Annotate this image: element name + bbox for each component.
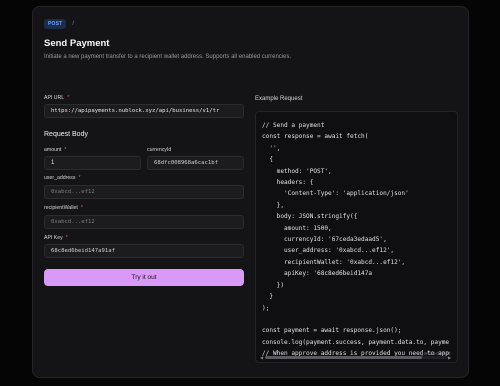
scroll-right-arrow-icon[interactable]: ▶ <box>448 355 453 360</box>
user-address-input[interactable]: 0xabcd...ef12 <box>44 185 244 199</box>
currency-id-input[interactable]: 68dfc008968a6cac1bf <box>147 156 244 170</box>
code-line: amount: 1500, <box>262 224 332 232</box>
page-description: Initiate a new payment transfer to a rec… <box>44 54 292 60</box>
breadcrumb: POST / <box>44 19 74 29</box>
amount-input[interactable]: 1 <box>44 156 141 170</box>
code-line: user_address: '0xabcd...ef12', <box>262 247 395 255</box>
code-line: body: JSON.stringify({ <box>262 213 358 221</box>
code-line: } <box>262 293 274 301</box>
api-url-value: https://apipayments.nublock.xyz/api/busi… <box>51 108 220 114</box>
example-request-label: Example Request <box>255 96 303 102</box>
amount-label: amount * <box>44 147 66 153</box>
code-line: method: 'POST', <box>262 167 332 175</box>
api-key-input[interactable]: 68c8ed6beid147a91af <box>44 244 244 258</box>
code-line: }) <box>262 281 285 289</box>
user-address-label: user_address * <box>44 175 80 181</box>
api-request-panel: POST / Send Payment Initiate a new payme… <box>32 6 469 378</box>
api-key-label: API Key * <box>44 235 68 241</box>
code-content: // Send a payment const response = await … <box>262 120 449 360</box>
page-title: Send Payment <box>44 38 110 49</box>
scrollbar-track[interactable] <box>265 355 448 359</box>
required-mark: * <box>67 95 70 101</box>
try-it-out-button[interactable]: Try it out <box>44 269 244 286</box>
recipient-wallet-label: recipientWallet * <box>44 205 83 211</box>
api-url-input[interactable]: https://apipayments.nublock.xyz/api/busi… <box>44 104 244 118</box>
currency-id-label-text: currencyId <box>147 147 172 153</box>
api-url-label: API URL * <box>44 95 69 101</box>
breadcrumb-separator: / <box>72 21 75 27</box>
method-badge: POST <box>44 19 67 29</box>
code-line: { <box>262 156 274 164</box>
horizontal-scrollbar[interactable]: ◀ ▶ <box>260 355 453 360</box>
api-key-value: 68c8ed6beid147a91af <box>51 248 115 254</box>
code-line: // Send a payment <box>262 122 325 129</box>
currency-id-label: currencyId <box>147 147 171 153</box>
code-line: 'Content-Type': 'application/json' <box>262 190 409 198</box>
code-line: recipientWallet: '0xabcd...ef12', <box>262 258 406 266</box>
required-mark: * <box>80 205 83 211</box>
code-line: currencyId: '67ceda3edaad5', <box>262 236 387 244</box>
amount-value: 1 <box>51 160 55 166</box>
code-line: '', <box>262 144 281 152</box>
recipient-wallet-label-text: recipientWallet <box>44 205 78 211</box>
user-address-label-text: user_address <box>44 175 76 181</box>
recipient-wallet-input[interactable]: 0xabcd...ef12 <box>44 215 244 229</box>
request-body-heading: Request Body <box>44 131 88 138</box>
required-mark: * <box>65 235 68 241</box>
currency-id-value: 68dfc008968a6cac1bf <box>154 160 218 166</box>
amount-label-text: amount <box>44 147 62 153</box>
code-line: console.log(payment.success, payment.dat… <box>262 338 450 346</box>
code-line: apiKey: '68c8ed6beid147a <box>262 270 373 278</box>
code-line: const payment = await response.json(); <box>262 327 402 335</box>
scrollbar-thumb[interactable] <box>265 355 423 359</box>
api-key-label-text: API Key <box>44 235 63 241</box>
code-line: }, <box>262 201 285 209</box>
code-line: ); <box>262 304 270 312</box>
code-line: const response = await fetch( <box>262 133 369 141</box>
required-mark: * <box>78 175 81 181</box>
recipient-wallet-placeholder: 0xabcd...ef12 <box>51 219 95 225</box>
code-block[interactable]: // Send a payment const response = await … <box>255 111 458 363</box>
code-line: headers: { <box>262 179 314 187</box>
api-url-label-text: API URL <box>44 95 65 101</box>
required-mark: * <box>64 147 67 153</box>
user-address-placeholder: 0xabcd...ef12 <box>51 189 95 195</box>
